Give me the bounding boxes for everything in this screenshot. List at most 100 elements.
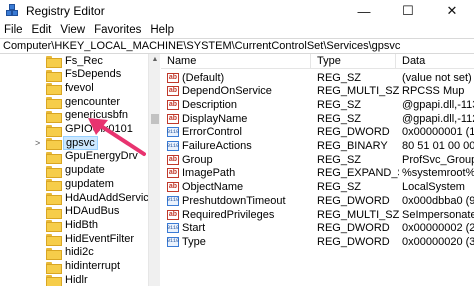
close-button[interactable]: ✕: [430, 0, 474, 22]
column-header-type[interactable]: Type: [311, 54, 396, 69]
folder-icon: [46, 274, 62, 286]
value-type: REG_DWORD: [317, 235, 390, 248]
pointer-arrow-icon: [88, 118, 146, 156]
tree-item[interactable]: HidBth: [46, 218, 100, 233]
value-row[interactable]: ab DisplayName REG_SZ @gpapi.dll,-112: [161, 112, 474, 125]
folder-icon: [46, 96, 62, 110]
tree-item[interactable]: Hidlr: [46, 273, 90, 286]
value-data: 0x00000020 (32): [402, 235, 474, 248]
value-row[interactable]: ab (Default) REG_SZ (value not set): [161, 71, 474, 84]
tree-item-label: HidBth: [65, 218, 99, 231]
value-data: @gpapi.dll,-113: [402, 98, 474, 111]
menu-file[interactable]: File: [4, 24, 23, 36]
string-value-icon: ab: [167, 209, 179, 220]
binary-value-icon: 0110: [167, 195, 179, 206]
scroll-up-arrow-icon[interactable]: ▲: [149, 55, 161, 65]
value-name: RequiredPrivileges: [182, 208, 275, 221]
tree-item-label: fvevol: [65, 81, 94, 94]
folder-icon: [46, 165, 62, 178]
value-row[interactable]: ab RequiredPrivileges REG_MULTI_SZ SeImpers…: [161, 208, 474, 221]
value-row[interactable]: 0110 Start REG_DWORD 0x00000002 (2): [161, 222, 474, 235]
values-pane[interactable]: Name Type Data ab (Default) REG_SZ (value n…: [161, 54, 474, 286]
expand-chevron-icon[interactable]: >: [35, 136, 43, 149]
value-row[interactable]: ab Group REG_SZ ProfSvc_Group: [161, 153, 474, 166]
folder-icon: [46, 192, 62, 205]
folder-icon: [46, 178, 62, 192]
key-tree-pane[interactable]: Fs_Rec FsDepends fvevol gencounter genericus…: [0, 54, 160, 286]
column-header-name[interactable]: Name: [161, 54, 311, 69]
folder-icon: [46, 261, 62, 274]
folder-icon: [46, 55, 62, 68]
tree-item[interactable]: hidi2c: [46, 246, 96, 260]
value-type: REG_SZ: [317, 71, 362, 84]
registry-editor-icon: [6, 4, 20, 18]
tree-item[interactable]: HdAudAddService: [46, 191, 157, 205]
tree-item[interactable]: gupdatem: [46, 177, 116, 192]
menu-edit[interactable]: Edit: [32, 24, 52, 36]
value-name: ObjectName: [182, 181, 244, 194]
tree-item[interactable]: gupdate: [46, 164, 107, 178]
tree-item[interactable]: hidinterrupt: [46, 260, 122, 274]
value-name: ErrorControl: [182, 126, 242, 139]
menu-bar: File Edit View Favorites Help: [0, 22, 474, 38]
value-data: @gpapi.dll,-112: [402, 112, 474, 125]
tree-item-label: Fs_Rec: [65, 54, 103, 67]
folder-icon: [46, 124, 62, 137]
tree-item-label: HidEventFilter: [65, 232, 135, 245]
minimize-button[interactable]: —: [342, 0, 386, 22]
value-row[interactable]: ab DependOnService REG_MULTI_SZ RPCSS Mup: [161, 85, 474, 98]
binary-value-icon: 0110: [167, 223, 179, 234]
value-data: (value not set): [402, 71, 472, 84]
binary-value-icon: 0110: [167, 141, 179, 151]
menu-favorites[interactable]: Favorites: [94, 24, 141, 36]
value-name: DependOnService: [182, 85, 272, 98]
tree-item-label: hidi2c: [65, 246, 94, 259]
value-row[interactable]: abImagePath REG_EXPAND_SZ%systemroot%\sys: [161, 167, 474, 180]
menu-view[interactable]: View: [60, 24, 85, 36]
tree-item-label: gencounter: [65, 95, 121, 108]
value-data: ProfSvc_Group: [402, 153, 474, 166]
address-bar[interactable]: Computer\HKEY_LOCAL_MACHINE\SYSTEM\Curre…: [0, 38, 474, 54]
string-value-icon: ab: [167, 99, 179, 110]
binary-value-icon: 0110: [167, 236, 179, 247]
value-type: REG_DWORD: [317, 126, 390, 139]
tree-item[interactable]: gencounter: [46, 95, 122, 110]
value-row[interactable]: 0110 ErrorControl REG_DWORD 0x00000001 (1): [161, 126, 474, 139]
maximize-button[interactable]: ☐: [386, 0, 430, 22]
value-type: REG_DWORD: [317, 222, 390, 235]
window-title: Registry Editor: [26, 4, 105, 18]
value-type: REG_BINARY: [317, 140, 388, 152]
value-name: Group: [182, 153, 213, 166]
string-value-icon: ab: [167, 182, 179, 193]
value-type: REG_EXPAND_SZ: [317, 167, 399, 180]
value-data: RPCSS Mup: [402, 85, 465, 98]
tree-item[interactable]: HidEventFilter: [46, 232, 136, 247]
value-type: REG_DWORD: [317, 194, 390, 207]
scroll-thumb[interactable]: [151, 114, 159, 124]
value-name: DisplayName: [182, 112, 248, 125]
tree-item-label: gupdate: [65, 164, 105, 177]
tree-item[interactable]: Fs_Rec: [46, 54, 105, 68]
tree-scrollbar[interactable]: ▲: [148, 54, 160, 286]
value-name: (Default): [182, 71, 225, 84]
value-type: REG_SZ: [317, 153, 362, 166]
value-data: SeImpersonatePr: [402, 208, 474, 221]
title-bar: Registry Editor — ☐ ✕: [0, 0, 474, 22]
value-row[interactable]: 0110Type REG_DWORD 0x00000020 (32): [161, 235, 474, 248]
value-row[interactable]: 0110 FailureActions REG_BINARY 80 51 01 00 …: [161, 140, 474, 153]
tree-item-label: FsDepends: [65, 68, 122, 81]
tree-item[interactable]: fvevol: [46, 81, 96, 96]
folder-icon: [46, 233, 62, 247]
tree-item[interactable]: HDAudBus: [46, 205, 121, 219]
value-data: 80 51 01 00 00 00: [402, 140, 474, 152]
value-data: %systemroot%\sys: [402, 167, 474, 180]
column-header-data[interactable]: Data: [396, 54, 474, 69]
value-row[interactable]: ab Description REG_SZ @gpapi.dll,-113: [161, 98, 474, 111]
tree-item[interactable]: FsDepends: [46, 68, 123, 82]
value-name: Type: [182, 235, 206, 248]
value-name: FailureActions: [182, 140, 252, 152]
menu-help[interactable]: Help: [150, 24, 174, 36]
value-row[interactable]: ab ObjectName REG_SZ LocalSystem: [161, 181, 474, 194]
value-row[interactable]: 0110 PreshutdownTimeout REG_DWORD 0x000dbba…: [161, 194, 474, 207]
tree-item-label: gupdatem: [65, 177, 114, 190]
